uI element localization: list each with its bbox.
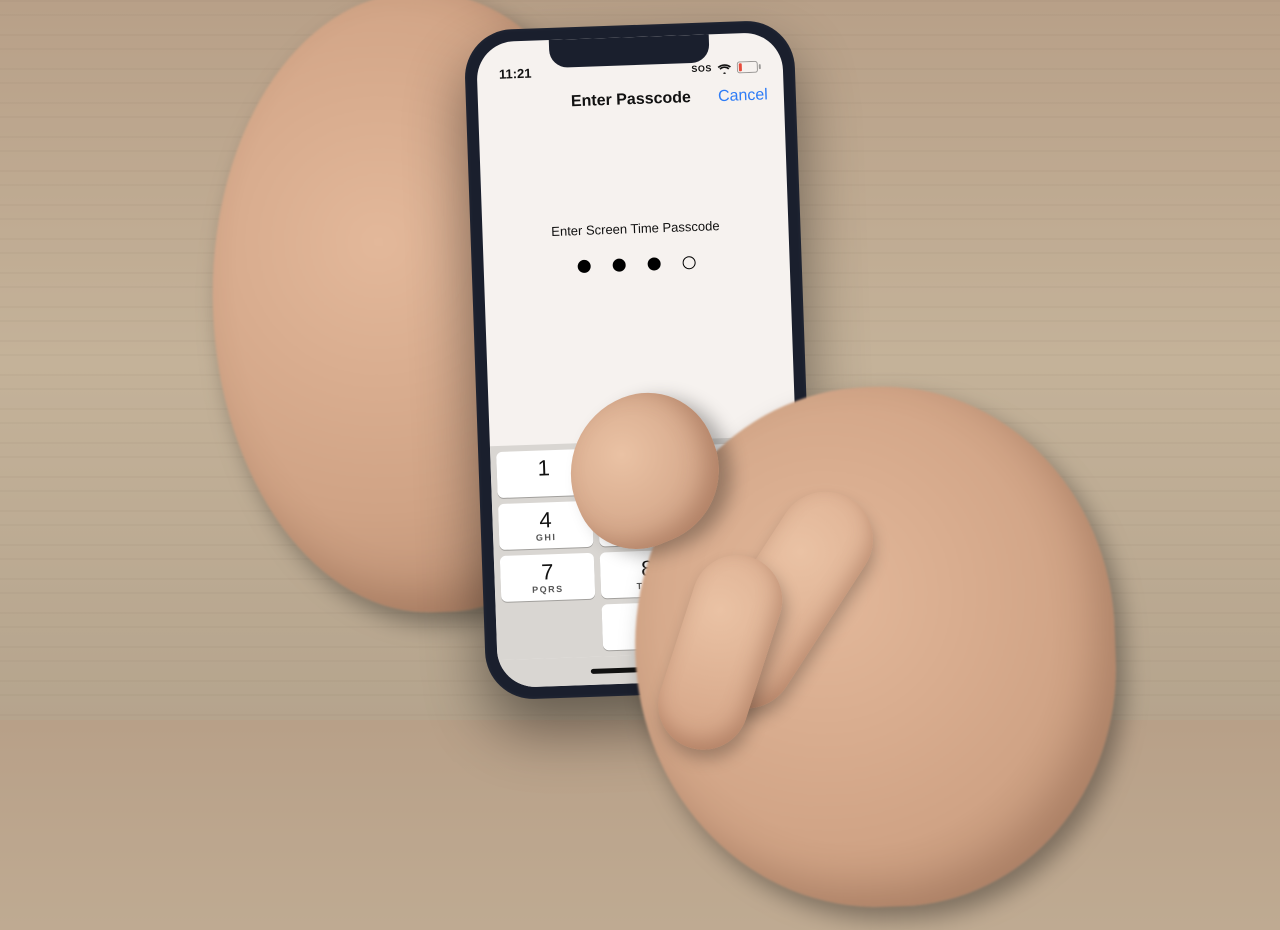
passcode-dot	[577, 260, 590, 273]
status-time: 11:21	[499, 66, 532, 82]
notch	[549, 34, 710, 68]
cancel-button[interactable]: Cancel	[691, 86, 769, 107]
passcode-dots	[577, 256, 695, 273]
home-indicator[interactable]	[591, 664, 711, 673]
prompt-label: Enter Screen Time Passcode	[551, 218, 720, 239]
status-sos: SOS	[691, 63, 712, 74]
passcode-dot	[612, 258, 625, 271]
keypad-key-7[interactable]: 7PQRS	[500, 553, 596, 602]
keypad-blank	[502, 605, 598, 654]
passcode-dot	[682, 256, 695, 269]
keypad-delete-button[interactable]	[701, 598, 797, 647]
backspace-icon	[736, 609, 763, 635]
phone-screen: 11:21 SOS Enter Passcode Cancel Enter S	[476, 32, 804, 688]
keypad-key-9[interactable]: 9WXYZ	[700, 546, 796, 595]
keypad-key-8[interactable]: 8TUV	[600, 549, 696, 598]
keypad-key-0[interactable]: 0	[602, 601, 698, 650]
wifi-icon	[717, 62, 732, 74]
page-title: Enter Passcode	[571, 89, 692, 111]
passcode-dot	[647, 257, 660, 270]
battery-low-icon	[737, 61, 761, 74]
phone-frame: 11:21 SOS Enter Passcode Cancel Enter S	[463, 19, 816, 700]
